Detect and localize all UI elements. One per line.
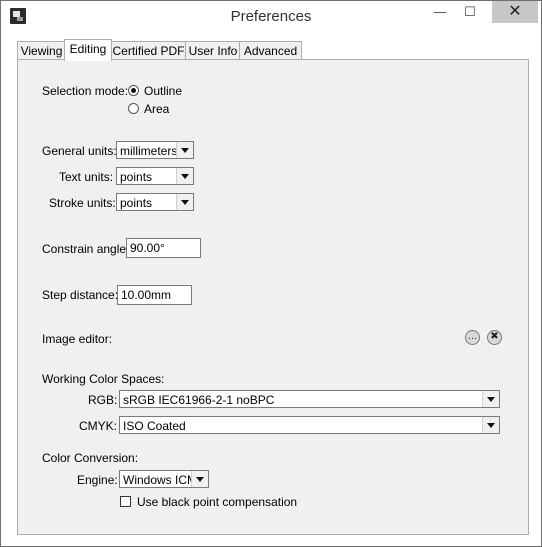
tab-user-info[interactable]: User Info	[185, 41, 241, 60]
chevron-down-icon[interactable]	[482, 417, 499, 433]
text-units-value: points	[120, 170, 153, 184]
preferences-window: Preferences — ☐ ✕ Viewing Editing Certif…	[0, 0, 542, 547]
tab-editing[interactable]: Editing	[64, 39, 112, 61]
chevron-down-icon[interactable]	[176, 168, 193, 184]
general-units-select[interactable]: millimeters	[116, 141, 194, 159]
cmyk-profile-select[interactable]: ISO Coated	[119, 416, 500, 434]
engine-value: Windows ICM	[123, 473, 198, 487]
constrain-angle-input[interactable]	[127, 239, 200, 257]
rgb-label: RGB:	[88, 393, 118, 407]
step-distance-input[interactable]	[118, 286, 191, 304]
general-units-value: millimeters	[120, 144, 178, 158]
chevron-down-icon[interactable]	[191, 471, 208, 487]
color-conversion-heading: Color Conversion:	[42, 451, 139, 465]
constrain-angle-label: Constrain angle:	[42, 242, 130, 256]
tab-certified-pdf[interactable]: Certified PDF	[110, 41, 187, 60]
selection-mode-label: Selection mode:	[42, 84, 129, 98]
step-distance-field[interactable]	[117, 285, 192, 305]
close-button[interactable]: ✕	[492, 1, 538, 23]
chevron-down-icon[interactable]	[176, 194, 193, 210]
minimize-button[interactable]: —	[426, 1, 454, 23]
stroke-units-value: points	[120, 196, 153, 210]
radio-outline[interactable]	[128, 85, 139, 96]
constrain-angle-field[interactable]	[126, 238, 201, 258]
cmyk-label: CMYK:	[79, 419, 118, 433]
black-point-checkbox[interactable]	[120, 496, 131, 507]
stroke-units-select[interactable]: points	[116, 193, 194, 211]
clear-icon[interactable]: ✖	[487, 330, 502, 345]
black-point-label[interactable]: Use black point compensation	[137, 495, 297, 509]
chevron-down-icon[interactable]	[482, 391, 499, 407]
general-units-label: General units:	[42, 144, 117, 158]
stroke-units-label: Stroke units:	[49, 196, 116, 210]
radio-area-label[interactable]: Area	[144, 102, 169, 116]
rgb-profile-select[interactable]: sRGB IEC61966-2-1 noBPC	[119, 390, 500, 408]
maximize-button[interactable]: ☐	[456, 1, 484, 23]
tab-advanced[interactable]: Advanced	[239, 41, 302, 60]
image-editor-label: Image editor:	[42, 332, 113, 346]
text-units-select[interactable]: points	[116, 167, 194, 185]
browse-button[interactable]: …	[465, 330, 480, 345]
radio-area[interactable]	[128, 103, 139, 114]
cmyk-profile-value: ISO Coated	[123, 419, 186, 433]
radio-outline-label[interactable]: Outline	[144, 84, 182, 98]
text-units-label: Text units:	[59, 170, 114, 184]
title-bar[interactable]: Preferences — ☐ ✕	[1, 1, 541, 33]
tab-viewing[interactable]: Viewing	[17, 41, 66, 60]
editing-panel: Selection mode: Outline Area General uni…	[17, 59, 529, 535]
rgb-profile-value: sRGB IEC61966-2-1 noBPC	[123, 393, 275, 407]
engine-select[interactable]: Windows ICM	[119, 470, 209, 488]
step-distance-label: Step distance:	[42, 288, 119, 302]
chevron-down-icon[interactable]	[176, 142, 193, 158]
engine-label: Engine:	[77, 473, 118, 487]
working-color-spaces-heading: Working Color Spaces:	[42, 372, 165, 386]
